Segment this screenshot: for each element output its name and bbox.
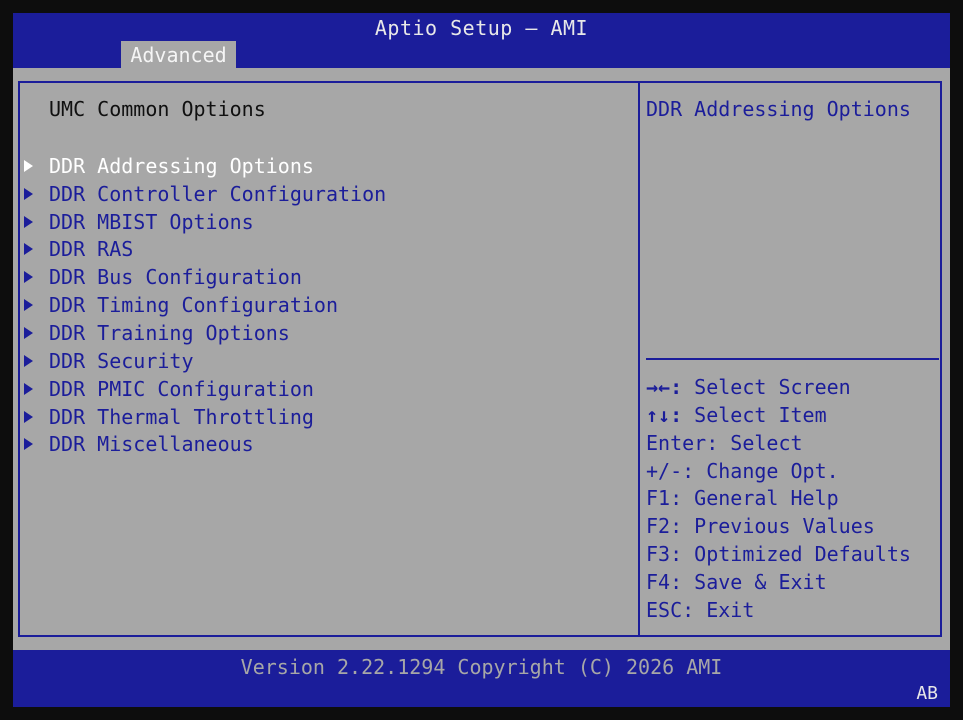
key-legend: →←: Select Screen ↑↓: Select Item Enter:… xyxy=(646,374,911,625)
key-hint-key: Enter: xyxy=(646,430,719,455)
submenu-arrow-icon xyxy=(24,159,33,172)
key-hint-action: Previous Values xyxy=(694,514,875,539)
submenu-arrow-icon xyxy=(24,382,33,395)
submenu-arrow-icon xyxy=(24,410,33,423)
key-hint-key: F2: xyxy=(646,514,683,539)
key-hint-f3: F3: Optimized Defaults xyxy=(646,541,911,569)
key-hint-f4: F4: Save & Exit xyxy=(646,569,911,597)
submenu-arrow-icon xyxy=(24,215,33,228)
submenu-item-label: DDR Security xyxy=(49,348,194,373)
key-hint-change-opt: +/-: Change Opt. xyxy=(646,458,911,486)
key-hint-enter: Enter: Select xyxy=(646,430,911,458)
key-hint-action: Optimized Defaults xyxy=(694,542,911,567)
setup-body: UMC Common Options DDR Addressing Option… xyxy=(13,68,950,650)
key-hint-action: Exit xyxy=(706,597,755,622)
key-hint-key: +/-: xyxy=(646,458,695,483)
submenu-item-label: DDR PMIC Configuration xyxy=(49,376,314,401)
key-hint-esc: ESC: Exit xyxy=(646,597,911,625)
key-hint-key: F1: xyxy=(646,486,683,511)
submenu-item-ddr-timing-configuration[interactable]: DDR Timing Configuration xyxy=(21,291,386,319)
submenu-arrow-icon xyxy=(24,326,33,339)
panel-divider xyxy=(638,81,640,637)
submenu-item-ddr-controller-configuration[interactable]: DDR Controller Configuration xyxy=(21,180,386,208)
help-divider xyxy=(646,358,939,360)
submenu-item-ddr-miscellaneous[interactable]: DDR Miscellaneous xyxy=(21,430,386,458)
key-hint-action: General Help xyxy=(694,486,839,511)
tab-advanced[interactable]: Advanced xyxy=(121,41,236,68)
key-hint-action: Select Item xyxy=(694,402,827,427)
help-description: DDR Addressing Options xyxy=(646,97,911,121)
key-hint-action: Select xyxy=(730,430,803,455)
key-hint-key: ESC: xyxy=(646,597,695,622)
key-hint-action: Save & Exit xyxy=(694,569,827,594)
submenu-list: DDR Addressing Options DDR Controller Co… xyxy=(21,152,386,458)
submenu-item-ddr-bus-configuration[interactable]: DDR Bus Configuration xyxy=(21,263,386,291)
key-hint-action: Change Opt. xyxy=(706,458,839,483)
key-hint-f2: F2: Previous Values xyxy=(646,513,911,541)
submenu-item-label: DDR Thermal Throttling xyxy=(49,404,314,429)
submenu-item-label: DDR Miscellaneous xyxy=(49,432,254,457)
submenu-arrow-icon xyxy=(24,187,33,200)
key-hint-select-screen: →←: Select Screen xyxy=(646,374,911,402)
app-title: Aptio Setup – AMI xyxy=(374,16,589,40)
key-hint-select-item: ↑↓: Select Item xyxy=(646,402,911,430)
submenu-arrow-icon xyxy=(24,438,33,451)
footer-badge: AB xyxy=(916,683,938,704)
header-bar: Aptio Setup – AMI Advanced xyxy=(13,13,950,68)
submenu-item-label: DDR Timing Configuration xyxy=(49,293,338,318)
submenu-arrow-icon xyxy=(24,271,33,284)
submenu-item-label: DDR Training Options xyxy=(49,320,290,345)
version-text: Version 2.22.1294 Copyright (C) 2026 AMI xyxy=(240,655,723,679)
submenu-item-ddr-pmic-configuration[interactable]: DDR PMIC Configuration xyxy=(21,375,386,403)
submenu-item-ddr-mbist-options[interactable]: DDR MBIST Options xyxy=(21,208,386,236)
submenu-item-label: DDR Bus Configuration xyxy=(49,265,302,290)
key-hint-key: F3: xyxy=(646,542,683,567)
bios-screen: Aptio Setup – AMI Advanced UMC Common Op… xyxy=(0,0,963,720)
key-hint-f1: F1: General Help xyxy=(646,485,911,513)
submenu-item-label: DDR Controller Configuration xyxy=(49,181,387,206)
submenu-item-label: DDR RAS xyxy=(49,237,134,262)
left-right-arrow-icon: →←: xyxy=(646,375,683,399)
key-hint-key: F4: xyxy=(646,569,683,594)
section-title: UMC Common Options xyxy=(49,97,266,121)
key-hint-action: Select Screen xyxy=(694,375,851,399)
submenu-item-ddr-security[interactable]: DDR Security xyxy=(21,347,386,375)
footer-bar: Version 2.22.1294 Copyright (C) 2026 AMI… xyxy=(13,650,950,707)
submenu-arrow-icon xyxy=(24,354,33,367)
up-down-arrow-icon: ↑↓: xyxy=(646,402,683,427)
submenu-item-ddr-addressing-options[interactable]: DDR Addressing Options xyxy=(21,152,386,180)
submenu-item-ddr-ras[interactable]: DDR RAS xyxy=(21,236,386,264)
submenu-item-label: DDR Addressing Options xyxy=(49,153,314,178)
submenu-item-ddr-training-options[interactable]: DDR Training Options xyxy=(21,319,386,347)
submenu-item-ddr-thermal-throttling[interactable]: DDR Thermal Throttling xyxy=(21,403,386,431)
submenu-item-label: DDR MBIST Options xyxy=(49,209,254,234)
submenu-arrow-icon xyxy=(24,299,33,312)
submenu-arrow-icon xyxy=(24,243,33,256)
